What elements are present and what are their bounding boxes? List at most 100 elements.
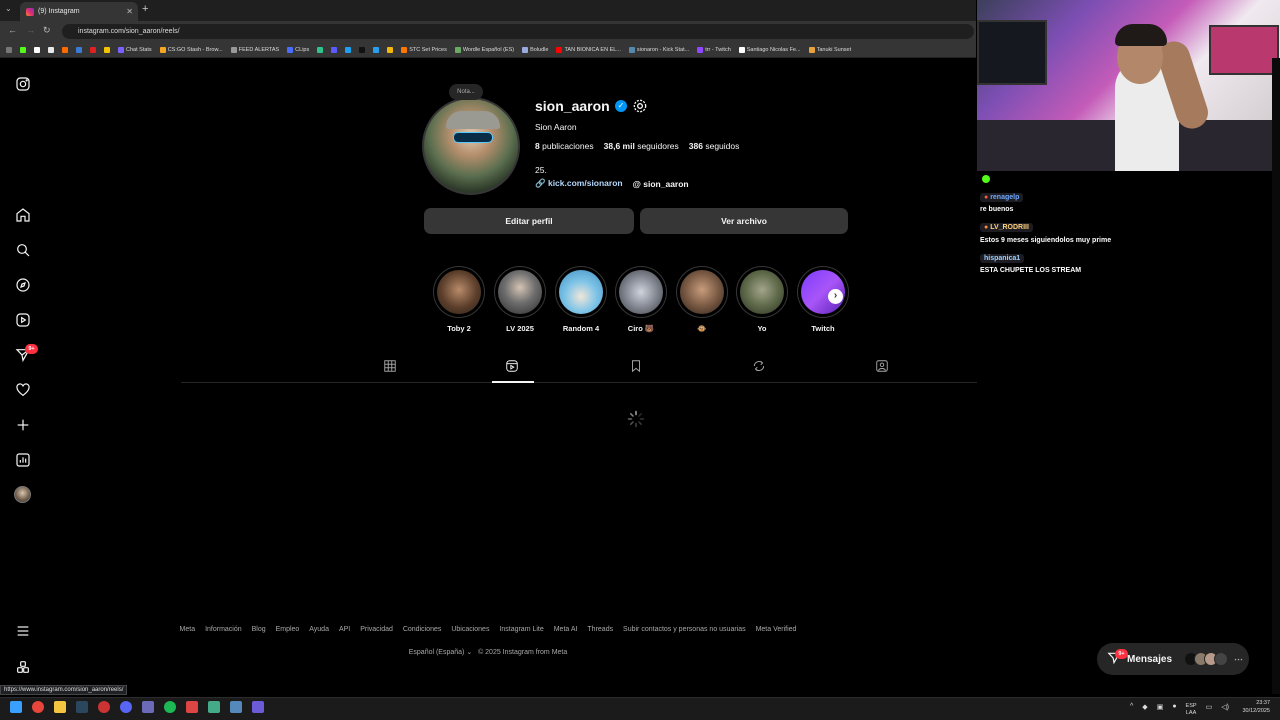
address-bar[interactable]: instagram.com/sion_aaron/reels/ xyxy=(62,24,974,39)
highlights-next-button[interactable]: › xyxy=(828,289,843,304)
bookmark-icon[interactable] xyxy=(34,46,40,53)
highlight-item[interactable]: LV 2025 xyxy=(494,266,546,333)
bookmark-feed-alertas[interactable]: FEED ALERTAS xyxy=(230,46,279,53)
tab-reels[interactable] xyxy=(505,359,521,375)
kick-icon[interactable] xyxy=(20,46,26,53)
app-icon[interactable] xyxy=(230,701,242,713)
app-icon[interactable] xyxy=(208,701,220,713)
mic-icon[interactable]: ● xyxy=(1172,703,1176,717)
footer-link[interactable]: Empleo xyxy=(276,626,300,633)
edit-profile-button[interactable]: Editar perfil xyxy=(424,208,634,234)
opera-icon[interactable] xyxy=(98,701,110,713)
network-icon[interactable]: ▭ xyxy=(1206,703,1213,717)
bookmark-icon[interactable] xyxy=(387,46,394,53)
footer-link[interactable]: Subir contactos y personas no usuarias xyxy=(623,626,746,633)
home-icon[interactable] xyxy=(14,206,31,223)
bookmark-icon[interactable] xyxy=(317,46,324,53)
note-bubble[interactable]: Nota... xyxy=(449,84,483,100)
bookmark-wordle[interactable]: Wordle Español (ES) xyxy=(454,46,514,53)
bookmark-icon[interactable] xyxy=(345,46,352,53)
footer-link[interactable]: Ayuda xyxy=(309,626,329,633)
highlight-item[interactable]: 🐵 xyxy=(676,266,728,333)
scrollbar[interactable] xyxy=(1272,58,1280,694)
tab-reposts[interactable] xyxy=(752,359,768,375)
profile-avatar-nav[interactable] xyxy=(14,486,31,503)
highlight-item[interactable]: Ciro 🐻 xyxy=(615,266,667,333)
footer-link[interactable]: Meta Verified xyxy=(756,626,797,633)
followers-stat[interactable]: 38,6 mil seguidores xyxy=(604,141,679,151)
app-tray-icon[interactable]: ▣ xyxy=(1157,703,1164,717)
windows-start-icon[interactable] xyxy=(10,701,22,713)
bookmark-santiago[interactable]: Santiago Nicolas Fe... xyxy=(738,46,801,53)
external-link[interactable]: 🔗 kick.com/sionaron xyxy=(535,178,623,189)
browser-tab[interactable]: (9) Instagram ✕ xyxy=(20,2,138,21)
bookmark-boludle[interactable]: Boludle xyxy=(522,46,548,53)
forward-icon[interactable]: → xyxy=(26,25,35,35)
bookmark-stc[interactable]: STC Set Prices xyxy=(401,46,447,53)
bookmark-icon[interactable] xyxy=(62,46,68,53)
new-tab-button[interactable]: + xyxy=(142,3,148,15)
bookmark-clips[interactable]: CLips xyxy=(287,46,309,53)
threads-link[interactable]: @ sion_aaron xyxy=(633,179,689,189)
discord-icon[interactable] xyxy=(120,701,132,713)
footer-link[interactable]: Condiciones xyxy=(403,626,442,633)
volume-icon[interactable]: ◁) xyxy=(1221,703,1229,717)
bookmark-icon[interactable] xyxy=(48,46,54,53)
app-icon[interactable] xyxy=(142,701,154,713)
footer-link[interactable]: Meta xyxy=(180,626,196,633)
footer-link[interactable]: Meta AI xyxy=(554,626,578,633)
footer-link[interactable]: API xyxy=(339,626,350,633)
clock[interactable]: 23:37 30/12/2025 xyxy=(1242,699,1270,715)
footer-link[interactable]: Ubicaciones xyxy=(451,626,489,633)
spotify-icon[interactable] xyxy=(164,701,176,713)
app-icon[interactable] xyxy=(186,701,198,713)
footer-link[interactable]: Blog xyxy=(252,626,266,633)
tab-tagged[interactable] xyxy=(875,359,891,375)
highlight-item[interactable]: Random 4 xyxy=(555,266,607,333)
chrome-icon[interactable] xyxy=(32,701,44,713)
steam-icon[interactable] xyxy=(76,701,88,713)
dashboard-icon[interactable] xyxy=(14,451,31,468)
profile-picture[interactable] xyxy=(422,97,520,195)
footer-link[interactable]: Privacidad xyxy=(360,626,393,633)
following-stat[interactable]: 386 seguidos xyxy=(689,141,740,151)
steam-tray-icon[interactable]: ◆ xyxy=(1142,703,1147,717)
notifications-heart-icon[interactable] xyxy=(14,381,31,398)
bookmark-icon[interactable] xyxy=(104,46,110,53)
bookmark-icon[interactable] xyxy=(373,46,380,53)
bookmark-icon[interactable] xyxy=(331,46,338,53)
highlight-item[interactable]: Toby 2 xyxy=(433,266,485,333)
explore-icon[interactable] xyxy=(14,276,31,293)
app-icon[interactable] xyxy=(252,701,264,713)
search-icon[interactable] xyxy=(14,241,31,258)
bookmark-kick-stats[interactable]: sionaron - Kick Stat... xyxy=(628,46,689,53)
highlight-item[interactable]: Yo xyxy=(736,266,788,333)
chevron-up-icon[interactable]: ^ xyxy=(1130,703,1133,717)
file-explorer-icon[interactable] xyxy=(54,701,66,713)
bookmark-icon[interactable] xyxy=(76,46,82,53)
reload-icon[interactable]: ↻ xyxy=(43,25,51,36)
reels-icon[interactable] xyxy=(14,311,31,328)
bookmark-icon[interactable] xyxy=(90,46,96,53)
footer-link[interactable]: Threads xyxy=(587,626,613,633)
footer-link[interactable]: Información xyxy=(205,626,242,633)
back-icon[interactable]: ← xyxy=(8,25,17,35)
bookmark-tanuki[interactable]: Tanuki Sunset xyxy=(808,46,851,53)
bookmark-csgo-stash[interactable]: CS:GO Stash - Brow... xyxy=(159,46,223,53)
view-archive-button[interactable]: Ver archivo xyxy=(640,208,848,234)
bookmark-chat-stats[interactable]: Chat Stats xyxy=(118,46,152,53)
tab-saved[interactable] xyxy=(629,359,645,375)
instagram-logo-icon[interactable] xyxy=(14,75,31,92)
settings-gear-icon[interactable] xyxy=(632,98,648,119)
tab-posts[interactable] xyxy=(383,359,399,375)
bookmark-tan-bionica[interactable]: TAN BIONICA EN EL... xyxy=(556,46,621,53)
tab-close-icon[interactable]: ✕ xyxy=(126,7,133,16)
footer-link[interactable]: Instagram Lite xyxy=(499,626,543,633)
bookmark-twitch[interactable]: trr - Twitch xyxy=(697,46,731,53)
tab-search-icon[interactable]: ⌄ xyxy=(5,4,12,13)
apps-icon[interactable] xyxy=(6,46,12,53)
messages-floating-button[interactable]: 9+ Mensajes ⋯ xyxy=(1097,643,1249,675)
also-from-meta-icon[interactable] xyxy=(14,658,31,675)
language-select[interactable]: Español (España) ⌄ xyxy=(409,649,472,656)
create-plus-icon[interactable] xyxy=(14,416,31,433)
